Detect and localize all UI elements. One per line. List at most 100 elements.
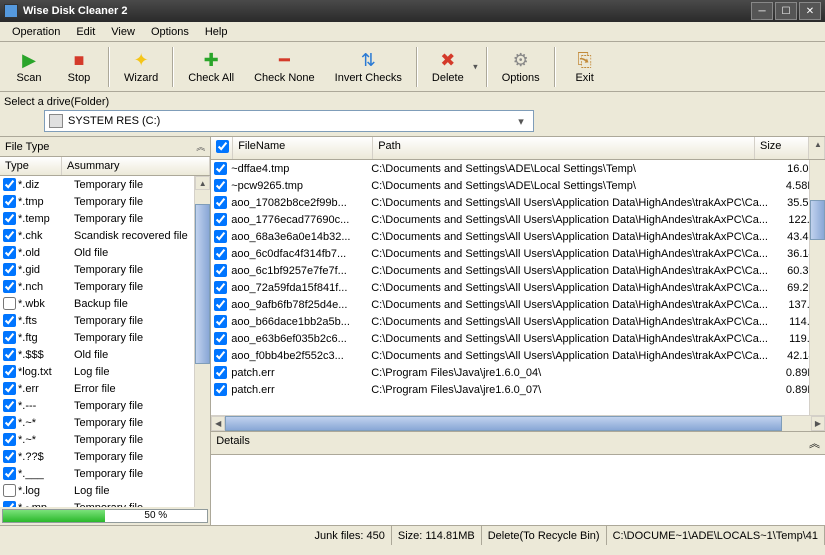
file-type-checkbox[interactable] bbox=[3, 484, 16, 497]
invert-checks-button[interactable]: ⇅Invert Checks bbox=[325, 44, 412, 90]
file-row[interactable]: ~dffae4.tmpC:\Documents and Settings\ADE… bbox=[211, 160, 825, 177]
file-type-scrollbar[interactable]: ▲ bbox=[194, 176, 210, 507]
file-type-checkbox[interactable] bbox=[3, 348, 16, 361]
scrollbar-thumb[interactable] bbox=[225, 416, 782, 431]
file-type-checkbox[interactable] bbox=[3, 280, 16, 293]
file-type-row[interactable]: *.---Temporary file bbox=[0, 397, 210, 414]
file-row[interactable]: aoo_6c1bf9257e7fe7f...C:\Documents and S… bbox=[211, 262, 825, 279]
file-type-row[interactable]: *log.txtLog file bbox=[0, 363, 210, 380]
file-type-checkbox[interactable] bbox=[3, 399, 16, 412]
file-type-row[interactable]: *.errError file bbox=[0, 380, 210, 397]
file-row[interactable]: aoo_b66dace1bb2a5b...C:\Documents and Se… bbox=[211, 313, 825, 330]
file-type-row[interactable]: *.tmpTemporary file bbox=[0, 193, 210, 210]
menu-view[interactable]: View bbox=[103, 24, 143, 40]
column-size[interactable]: Size bbox=[755, 137, 809, 159]
file-checkbox[interactable] bbox=[214, 162, 227, 175]
check-none-button[interactable]: ━Check None bbox=[244, 44, 325, 90]
column-filename[interactable]: FileName bbox=[233, 137, 373, 159]
file-type-checkbox[interactable] bbox=[3, 195, 16, 208]
file-checkbox[interactable] bbox=[214, 332, 227, 345]
file-type-row[interactable]: *.dizTemporary file bbox=[0, 176, 210, 193]
column-path[interactable]: Path bbox=[373, 137, 755, 159]
file-type-checkbox[interactable] bbox=[3, 314, 16, 327]
file-row[interactable]: aoo_9afb6fb78f25d4e...C:\Documents and S… bbox=[211, 296, 825, 313]
file-row[interactable]: aoo_e63b6ef035b2c6...C:\Documents and Se… bbox=[211, 330, 825, 347]
file-type-checkbox[interactable] bbox=[3, 297, 16, 310]
dropdown-arrow-icon[interactable]: ▾ bbox=[513, 115, 529, 128]
check-all-button[interactable]: ✚Check All bbox=[178, 44, 244, 90]
file-type-row[interactable]: *.wbkBackup file bbox=[0, 295, 210, 312]
file-row[interactable]: aoo_68a3e6a0e14b32...C:\Documents and Se… bbox=[211, 228, 825, 245]
maximize-button[interactable]: ☐ bbox=[775, 2, 797, 20]
options-button[interactable]: ⚙Options bbox=[492, 44, 550, 90]
file-type-checkbox[interactable] bbox=[3, 229, 16, 242]
delete-button[interactable]: ✖Delete bbox=[422, 44, 482, 90]
drive-select[interactable]: SYSTEM RES (C:) ▾ bbox=[44, 110, 534, 132]
file-row[interactable]: patch.errC:\Program Files\Java\jre1.6.0_… bbox=[211, 364, 825, 381]
menu-edit[interactable]: Edit bbox=[68, 24, 103, 40]
file-type-checkbox[interactable] bbox=[3, 212, 16, 225]
file-type-checkbox[interactable] bbox=[3, 450, 16, 463]
file-type-row[interactable]: *.??$Temporary file bbox=[0, 448, 210, 465]
file-type-checkbox[interactable] bbox=[3, 467, 16, 480]
scroll-up-icon[interactable]: ▲ bbox=[195, 176, 210, 190]
menu-options[interactable]: Options bbox=[143, 24, 197, 40]
wizard-button[interactable]: ✦Wizard bbox=[114, 44, 168, 90]
file-row[interactable]: aoo_f0bb4be2f552c3...C:\Documents and Se… bbox=[211, 347, 825, 364]
scroll-left-icon[interactable]: ◀ bbox=[211, 416, 225, 431]
scrollbar-thumb[interactable] bbox=[195, 204, 210, 364]
file-type-row[interactable]: *.logLog file bbox=[0, 482, 210, 499]
collapse-icon[interactable]: ︽ bbox=[196, 140, 205, 153]
file-row[interactable]: aoo_72a59fda15f841f...C:\Documents and S… bbox=[211, 279, 825, 296]
file-type-checkbox[interactable] bbox=[3, 178, 16, 191]
file-type-checkbox[interactable] bbox=[3, 416, 16, 429]
file-type-row[interactable]: *.~*Temporary file bbox=[0, 414, 210, 431]
file-type-checkbox[interactable] bbox=[3, 365, 16, 378]
file-type-row[interactable]: *.nchTemporary file bbox=[0, 278, 210, 295]
check-all-checkbox[interactable] bbox=[216, 140, 229, 153]
column-type[interactable]: Type bbox=[0, 157, 62, 175]
scan-button[interactable]: ▶Scan bbox=[4, 44, 54, 90]
file-type-row[interactable]: *.~*Temporary file bbox=[0, 431, 210, 448]
file-checkbox[interactable] bbox=[214, 315, 227, 328]
menu-operation[interactable]: Operation bbox=[4, 24, 68, 40]
file-checkbox[interactable] bbox=[214, 349, 227, 362]
file-checkbox[interactable] bbox=[214, 281, 227, 294]
file-row[interactable]: patch.errC:\Program Files\Java\jre1.6.0_… bbox=[211, 381, 825, 398]
file-checkbox[interactable] bbox=[214, 196, 227, 209]
scroll-up-icon[interactable]: ▲ bbox=[809, 137, 825, 159]
file-checkbox[interactable] bbox=[214, 230, 227, 243]
file-checkbox[interactable] bbox=[214, 383, 227, 396]
scroll-right-icon[interactable]: ▶ bbox=[811, 416, 825, 431]
files-hscrollbar[interactable]: ◀ ▶ bbox=[211, 415, 825, 431]
file-type-checkbox[interactable] bbox=[3, 382, 16, 395]
file-row[interactable]: aoo_17082b8ce2f99b...C:\Documents and Se… bbox=[211, 194, 825, 211]
menu-help[interactable]: Help bbox=[197, 24, 236, 40]
stop-button[interactable]: ■Stop bbox=[54, 44, 104, 90]
file-type-row[interactable]: *.chkScandisk recovered file bbox=[0, 227, 210, 244]
file-row[interactable]: aoo_6c0dfac4f314fb7...C:\Documents and S… bbox=[211, 245, 825, 262]
file-row[interactable]: aoo_1776ecad77690c...C:\Documents and Se… bbox=[211, 211, 825, 228]
file-type-row[interactable]: *.~mpTemporary file bbox=[0, 499, 210, 507]
column-asummary[interactable]: Asummary bbox=[62, 157, 210, 175]
file-checkbox[interactable] bbox=[214, 213, 227, 226]
file-type-row[interactable]: *.gidTemporary file bbox=[0, 261, 210, 278]
file-type-checkbox[interactable] bbox=[3, 433, 16, 446]
file-checkbox[interactable] bbox=[214, 264, 227, 277]
file-type-checkbox[interactable] bbox=[3, 263, 16, 276]
minimize-button[interactable]: ─ bbox=[751, 2, 773, 20]
file-type-row[interactable]: *.$$$Old file bbox=[0, 346, 210, 363]
file-row[interactable]: ~pcw9265.tmpC:\Documents and Settings\AD… bbox=[211, 177, 825, 194]
file-type-checkbox[interactable] bbox=[3, 331, 16, 344]
file-type-row[interactable]: *.ftgTemporary file bbox=[0, 329, 210, 346]
file-type-row[interactable]: *.ftsTemporary file bbox=[0, 312, 210, 329]
file-type-checkbox[interactable] bbox=[3, 501, 16, 507]
close-button[interactable]: ✕ bbox=[799, 2, 821, 20]
file-checkbox[interactable] bbox=[214, 298, 227, 311]
file-type-row[interactable]: *.oldOld file bbox=[0, 244, 210, 261]
file-type-checkbox[interactable] bbox=[3, 246, 16, 259]
file-type-row[interactable]: *.tempTemporary file bbox=[0, 210, 210, 227]
collapse-icon[interactable]: ︽ bbox=[809, 435, 820, 451]
exit-button[interactable]: ⎘Exit bbox=[560, 44, 610, 90]
file-type-row[interactable]: *.___Temporary file bbox=[0, 465, 210, 482]
